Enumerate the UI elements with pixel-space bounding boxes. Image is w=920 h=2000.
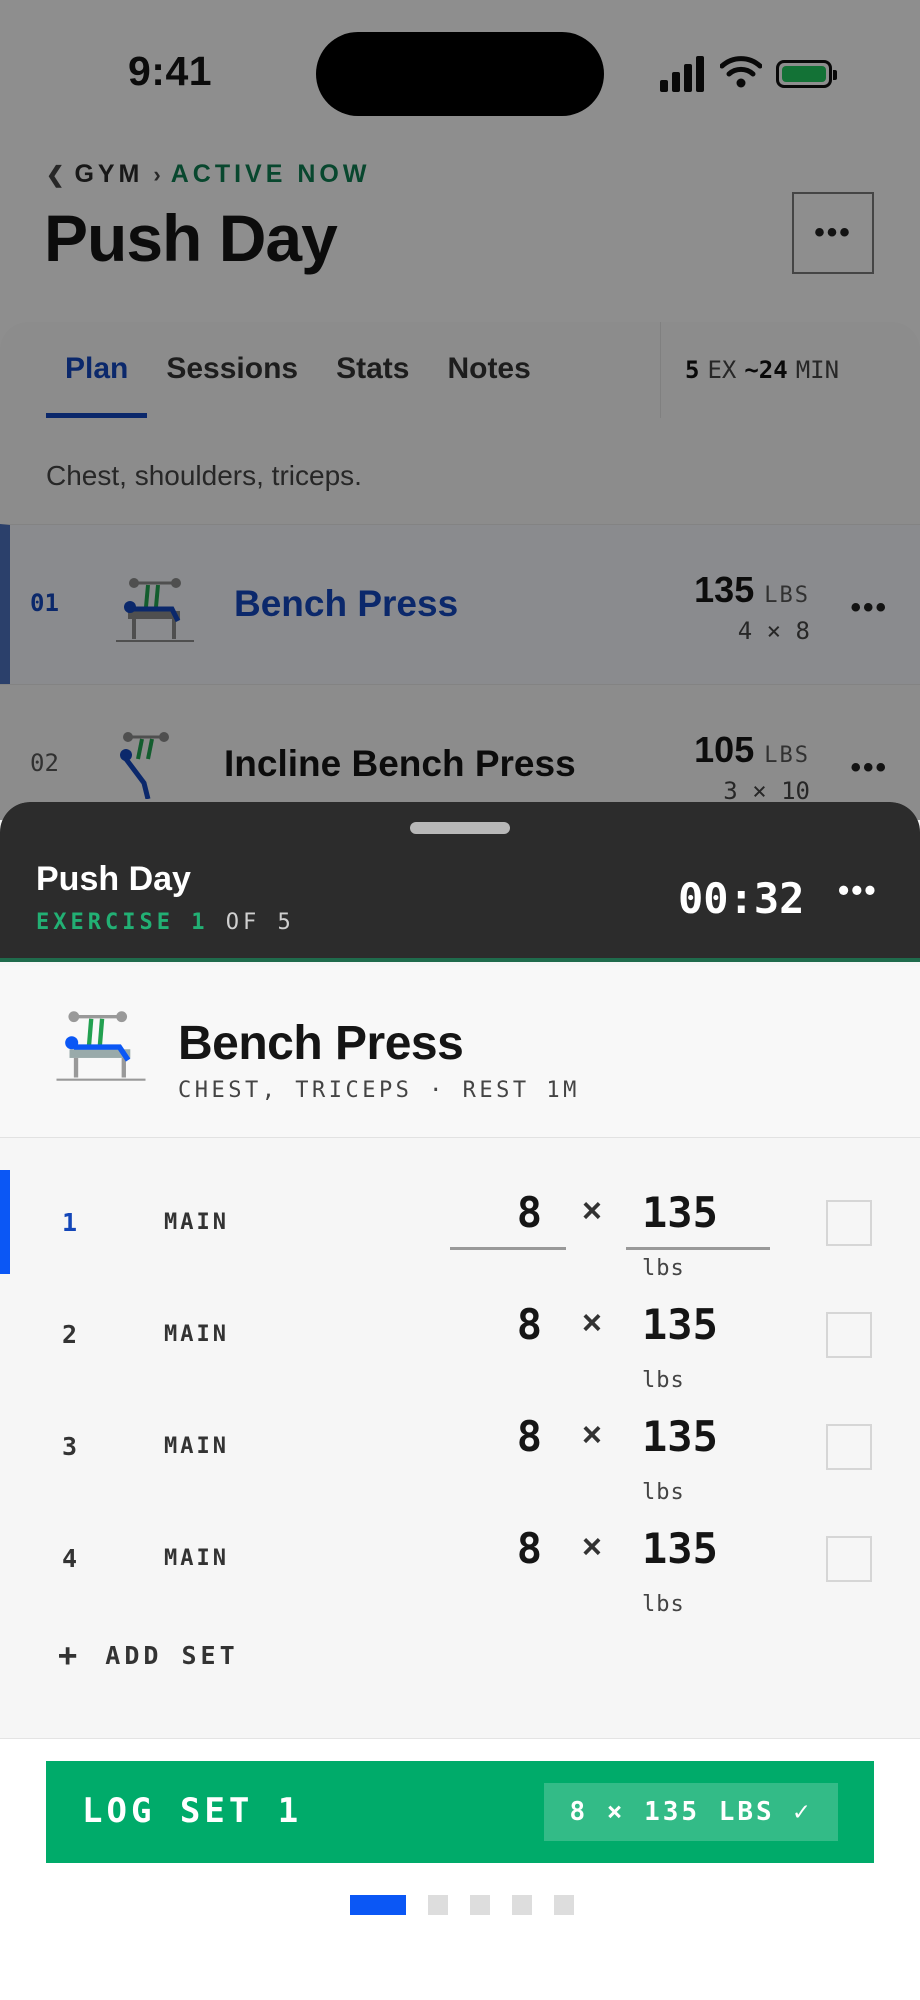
- pager-dot[interactable]: [350, 1895, 406, 1915]
- set-type: MAIN: [164, 1322, 229, 1347]
- reps-value[interactable]: 8: [450, 1524, 566, 1586]
- set-complete-checkbox[interactable]: [826, 1424, 872, 1470]
- weight-value: 135: [642, 1188, 718, 1237]
- bench-press-icon: [56, 1011, 146, 1081]
- exercise-pager: [350, 1895, 574, 1915]
- reps-value[interactable]: 8: [450, 1300, 566, 1362]
- current-exercise: Bench Press CHEST, TRICEPS · REST 1M: [0, 966, 920, 1138]
- set-complete-checkbox[interactable]: [826, 1312, 872, 1358]
- set-complete-checkbox[interactable]: [826, 1200, 872, 1246]
- set-row[interactable]: 3 MAIN 8 × 135 lbs: [0, 1394, 920, 1505]
- current-exercise-meta: CHEST, TRICEPS · REST 1M: [178, 1078, 580, 1103]
- sheet-footer: LOG SET 1 8 × 135 LBS ✓: [0, 1738, 920, 2000]
- log-set-summary: 8 × 135 LBS ✓: [543, 1783, 838, 1841]
- add-set-button[interactable]: + ADD SET: [58, 1636, 239, 1674]
- exercise-progress-total: OF 5: [225, 910, 295, 935]
- sheet-drag-handle[interactable]: [410, 822, 510, 834]
- set-index: 3: [62, 1432, 78, 1461]
- sheet-more-icon[interactable]: •••: [838, 872, 878, 909]
- pager-dot[interactable]: [512, 1895, 532, 1915]
- weight-value-group[interactable]: 135 lbs: [626, 1524, 770, 1617]
- times-symbol: ×: [582, 1416, 602, 1454]
- reps-input[interactable]: 8: [450, 1188, 566, 1250]
- set-type: MAIN: [164, 1210, 229, 1235]
- log-set-label: LOG SET 1: [82, 1791, 303, 1831]
- set-index: 4: [62, 1544, 78, 1573]
- sheet-title: Push Day: [36, 860, 191, 898]
- set-row[interactable]: 1 MAIN 8 × 135 lbs: [0, 1170, 920, 1281]
- current-exercise-name: Bench Press: [178, 1017, 464, 1070]
- add-set-label: ADD SET: [105, 1640, 239, 1670]
- weight-unit: lbs: [642, 1256, 685, 1281]
- set-row[interactable]: 2 MAIN 8 × 135 lbs: [0, 1282, 920, 1393]
- times-symbol: ×: [582, 1304, 602, 1342]
- set-index: 2: [62, 1320, 78, 1349]
- log-set-button[interactable]: LOG SET 1 8 × 135 LBS ✓: [46, 1761, 874, 1863]
- weight-unit: lbs: [642, 1592, 685, 1617]
- weight-value-group[interactable]: 135 lbs: [626, 1300, 770, 1393]
- set-index: 1: [62, 1208, 78, 1237]
- pager-dot[interactable]: [428, 1895, 448, 1915]
- rest-timer: 00:32: [678, 874, 805, 923]
- exercise-progress: EXERCISE 1 OF 5: [36, 910, 295, 935]
- pager-dot[interactable]: [554, 1895, 574, 1915]
- set-type: MAIN: [164, 1546, 229, 1571]
- set-type: MAIN: [164, 1434, 229, 1459]
- exercise-progress-label: EXERCISE: [36, 910, 174, 935]
- sheet-header: Push Day EXERCISE 1 OF 5 00:32 •••: [0, 802, 920, 962]
- pager-dot[interactable]: [470, 1895, 490, 1915]
- weight-value: 135: [642, 1412, 718, 1461]
- backdrop-overlay[interactable]: [0, 0, 920, 820]
- times-symbol: ×: [582, 1528, 602, 1566]
- weight-value: 135: [642, 1524, 718, 1573]
- weight-value-group[interactable]: 135 lbs: [626, 1412, 770, 1505]
- plus-icon: +: [58, 1636, 78, 1674]
- weight-value: 135: [642, 1300, 718, 1349]
- reps-value[interactable]: 8: [450, 1412, 566, 1474]
- exercise-progress-current: 1: [191, 910, 209, 935]
- set-row[interactable]: 4 MAIN 8 × 135 lbs: [0, 1506, 920, 1617]
- weight-unit: lbs: [642, 1480, 685, 1505]
- set-complete-checkbox[interactable]: [826, 1536, 872, 1582]
- times-symbol: ×: [582, 1192, 602, 1230]
- weight-input[interactable]: 135 lbs: [626, 1188, 770, 1281]
- weight-unit: lbs: [642, 1368, 685, 1393]
- active-exercise-sheet: Push Day EXERCISE 1 OF 5 00:32 ••• Bench…: [0, 802, 920, 2000]
